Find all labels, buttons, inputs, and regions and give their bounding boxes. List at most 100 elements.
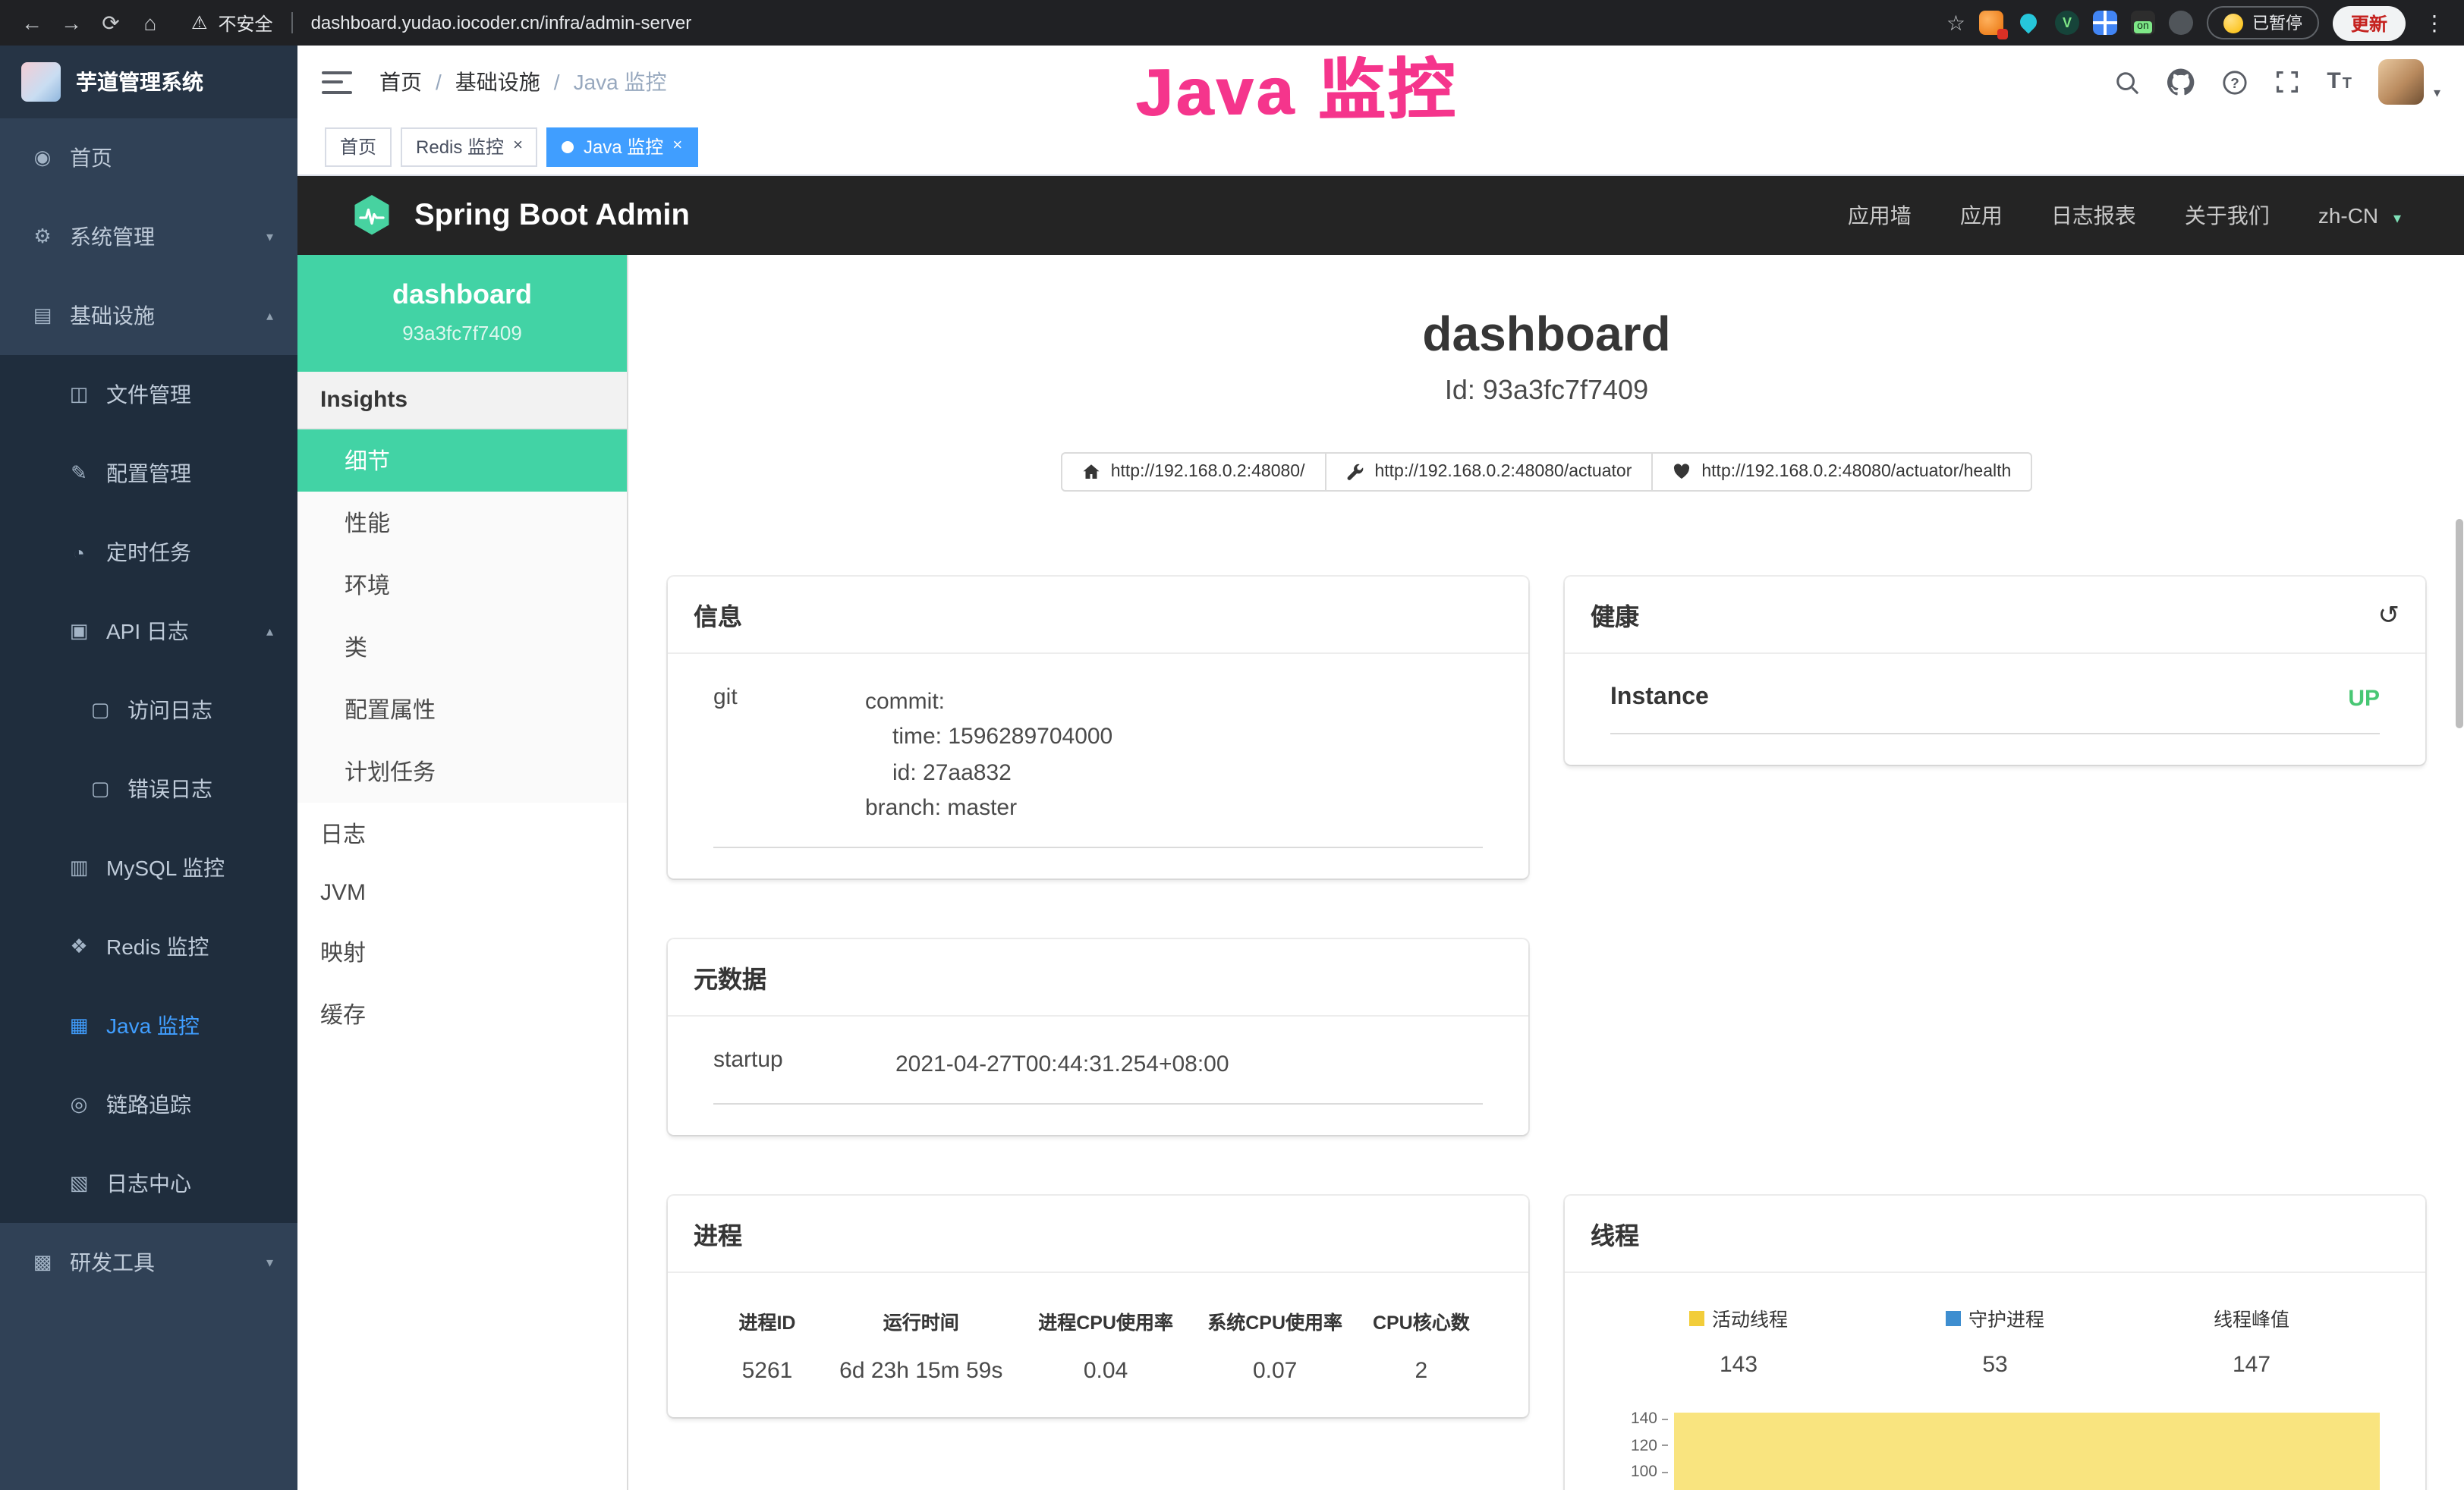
chevron-down-icon: ▾ [2393, 211, 2401, 228]
sba-item-environment[interactable]: 环境 [297, 554, 627, 616]
health-instance-row[interactable]: Instance UP [1610, 684, 2380, 734]
tab-java-monitor[interactable]: Java 监控 × [547, 127, 697, 166]
sba-item-jvm[interactable]: JVM [297, 865, 627, 921]
sba-item-details[interactable]: 细节 [297, 429, 627, 492]
legend-peak-threads: 线程峰值 147 [2123, 1304, 2380, 1378]
sba-item-scheduled-tasks[interactable]: 计划任务 [297, 740, 627, 803]
fullscreen-icon[interactable] [2275, 70, 2299, 94]
app-logo[interactable]: 芋道管理系统 [0, 46, 297, 118]
user-avatar[interactable] [2379, 59, 2425, 105]
health-url-button[interactable]: http://192.168.0.2:48080/actuator/health [1651, 452, 2032, 492]
sidebar-item-label: 访问日志 [127, 695, 212, 725]
sba-app-header[interactable]: dashboard 93a3fc7f7409 [297, 255, 627, 372]
instance-links: http://192.168.0.2:48080/ http://192.168… [628, 452, 2464, 492]
bookmark-star-icon[interactable]: ☆ [1946, 10, 1965, 36]
breadcrumb-infrastructure[interactable]: 基础设施 [455, 67, 540, 97]
sidebar-item-redis-monitor[interactable]: ❖ Redis 监控 [0, 907, 297, 986]
sba-logo-icon[interactable] [349, 193, 395, 238]
paused-label: 已暂停 [2252, 11, 2302, 35]
sba-item-config-props[interactable]: 配置属性 [297, 678, 627, 740]
tab-home[interactable]: 首页 [325, 127, 392, 166]
service-url: http://192.168.0.2:48080/ [1111, 463, 1305, 481]
sidebar-item-label: 基础设施 [70, 300, 155, 331]
sidebar-item-label: 文件管理 [106, 379, 191, 410]
sidebar-item-tracing[interactable]: ◎ 链路追踪 [0, 1065, 297, 1144]
sba-nav-journal[interactable]: 日志报表 [2051, 200, 2136, 231]
sidebar-toggle-icon[interactable] [322, 71, 352, 93]
sba-item-metrics[interactable]: 性能 [297, 492, 627, 554]
browser-home-icon[interactable]: ⌂ [134, 11, 167, 35]
extension-paw-icon[interactable] [2169, 11, 2193, 35]
extension-fox-icon[interactable] [1979, 11, 2003, 35]
search-icon[interactable] [2114, 69, 2140, 95]
browser-menu-icon[interactable]: ⋮ [2419, 10, 2450, 36]
startup-row: startup 2021-04-27T00:44:31.254+08:00 [713, 1047, 1483, 1105]
sidebar-item-access-logs[interactable]: ▢ 访问日志 [0, 671, 297, 750]
sba-locale-select[interactable]: zh-CN ▾ [2318, 203, 2401, 228]
sba-nav-about[interactable]: 关于我们 [2185, 200, 2270, 231]
home-icon [1082, 463, 1100, 481]
sba-nav-wallboard[interactable]: 应用墙 [1848, 200, 1912, 231]
extension-vue-icon[interactable]: V [2055, 11, 2079, 35]
address-bar[interactable]: ⚠ 不安全 dashboard.yudao.iocoder.cn/infra/a… [191, 10, 1940, 36]
sidebar-item-label: 研发工具 [70, 1247, 155, 1278]
browser-forward-icon[interactable]: → [55, 11, 88, 35]
tab-label: 首页 [340, 134, 376, 159]
extension-on-icon[interactable]: on [2131, 11, 2155, 35]
sidebar-item-home[interactable]: ◉ 首页 [0, 118, 297, 197]
font-size-icon[interactable]: TT [2327, 71, 2352, 93]
chrome-update-button[interactable]: 更新 [2333, 5, 2406, 40]
sba-item-mappings[interactable]: 映射 [297, 921, 627, 983]
sidebar-item-file-mgmt[interactable]: ◫ 文件管理 [0, 355, 297, 434]
doc-icon: ▢ [88, 777, 112, 801]
sidebar-item-log-center[interactable]: ▧ 日志中心 [0, 1144, 297, 1223]
process-card: 进程 进程ID 运行时间 进程CPU使用率 [668, 1196, 1528, 1418]
close-icon[interactable]: × [513, 138, 523, 155]
security-warning-icon[interactable]: ⚠ [191, 12, 208, 33]
sidebar-item-label: 定时任务 [106, 537, 191, 567]
github-icon[interactable] [2167, 68, 2195, 96]
sidebar-item-dev-tools[interactable]: ▩ 研发工具 ▾ [0, 1223, 297, 1302]
url-text[interactable]: dashboard.yudao.iocoder.cn/infra/admin-s… [311, 12, 692, 33]
sidebar-item-error-logs[interactable]: ▢ 错误日志 [0, 750, 297, 828]
sba-item-logs[interactable]: 日志 [297, 803, 627, 865]
sidebar-item-mysql-monitor[interactable]: ▥ MySQL 监控 [0, 828, 297, 907]
col-process-cpu: 进程CPU使用率 [1021, 1304, 1191, 1339]
service-url-button[interactable]: http://192.168.0.2:48080/ [1061, 452, 1326, 492]
sidebar-item-scheduled-jobs[interactable]: ◔ 定时任务 [0, 513, 297, 592]
sba-item-caches[interactable]: 缓存 [297, 983, 627, 1045]
extension-grid-icon[interactable] [2093, 11, 2117, 35]
sba-group-insights: Insights [297, 372, 627, 429]
sba-nav-applications[interactable]: 应用 [1960, 200, 2003, 231]
help-icon[interactable]: ? [2222, 69, 2248, 95]
sidebar-item-api-logs[interactable]: ▣ API 日志 ▴ [0, 592, 297, 671]
startup-value: 2021-04-27T00:44:31.254+08:00 [895, 1047, 1229, 1083]
profile-paused-chip[interactable]: 已暂停 [2207, 6, 2319, 39]
sba-item-classes[interactable]: 类 [297, 616, 627, 678]
close-icon[interactable]: × [672, 138, 682, 155]
breadcrumb-separator: / [436, 70, 442, 94]
sba-brand-title[interactable]: Spring Boot Admin [414, 198, 690, 233]
sidebar-item-java-monitor[interactable]: ▦ Java 监控 [0, 986, 297, 1065]
avatar-caret-icon[interactable]: ▾ [2434, 84, 2440, 101]
sidebar-item-config-mgmt[interactable]: ✎ 配置管理 [0, 434, 297, 513]
sidebar-item-label: 配置管理 [106, 458, 191, 489]
browser-toolbar: ← → ⟳ ⌂ ⚠ 不安全 dashboard.yudao.iocoder.cn… [0, 0, 2464, 46]
browser-reload-icon[interactable]: ⟳ [94, 10, 127, 36]
live-threads-area [1674, 1413, 2380, 1490]
history-icon[interactable]: ↺ [2378, 602, 2400, 627]
tab-redis-monitor[interactable]: Redis 监控 × [401, 127, 538, 166]
sidebar-item-system-mgmt[interactable]: ⚙ 系统管理 ▾ [0, 197, 297, 276]
col-system-cpu: 系统CPU使用率 [1191, 1304, 1360, 1339]
browser-back-icon[interactable]: ← [15, 11, 49, 35]
actuator-url-button[interactable]: http://192.168.0.2:48080/actuator [1324, 452, 1653, 492]
breadcrumb-home[interactable]: 首页 [379, 67, 422, 97]
sidebar-menu: ◉ 首页 ⚙ 系统管理 ▾ ▤ 基础设施 ▴ ◫ 文件管理 [0, 118, 297, 1490]
col-cpu-cores: CPU核心数 [1360, 1304, 1483, 1339]
sidebar-item-infrastructure[interactable]: ▤ 基础设施 ▴ [0, 276, 297, 355]
scrollbar-thumb[interactable] [2456, 519, 2463, 728]
card-title: 信息 [694, 596, 742, 633]
file-icon: ◫ [67, 382, 91, 407]
extension-pin-icon[interactable] [2017, 11, 2041, 35]
sidebar-item-label: 错误日志 [127, 774, 212, 804]
